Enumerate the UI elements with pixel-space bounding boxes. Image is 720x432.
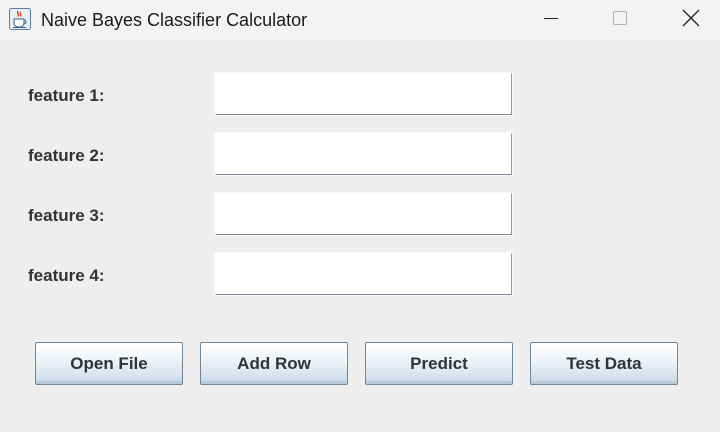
close-button[interactable] — [668, 0, 714, 40]
feature-2-input[interactable] — [215, 133, 512, 175]
java-cup-icon — [9, 8, 31, 30]
feature-3-label: feature 3: — [28, 206, 105, 225]
close-icon — [682, 9, 700, 32]
app-window: Naive Bayes Classifier Calculator featur… — [0, 0, 720, 432]
feature-3-input[interactable] — [215, 193, 512, 235]
maximize-button[interactable] — [597, 0, 643, 40]
predict-button[interactable]: Predict — [365, 342, 513, 385]
add-row-button[interactable]: Add Row — [200, 342, 348, 385]
minimize-icon — [543, 10, 559, 31]
feature-1-input[interactable] — [215, 73, 512, 115]
maximize-icon — [612, 10, 628, 31]
feature-4-input[interactable] — [215, 253, 512, 295]
title-bar[interactable]: Naive Bayes Classifier Calculator — [0, 0, 720, 40]
minimize-button[interactable] — [528, 0, 574, 40]
form-panel: feature 1: feature 2: feature 3: feature… — [0, 40, 720, 432]
test-data-button[interactable]: Test Data — [530, 342, 678, 385]
feature-1-label: feature 1: — [28, 86, 105, 105]
window-title: Naive Bayes Classifier Calculator — [41, 10, 308, 30]
open-file-button[interactable]: Open File — [35, 342, 183, 385]
feature-2-label: feature 2: — [28, 146, 105, 165]
feature-4-label: feature 4: — [28, 266, 105, 285]
